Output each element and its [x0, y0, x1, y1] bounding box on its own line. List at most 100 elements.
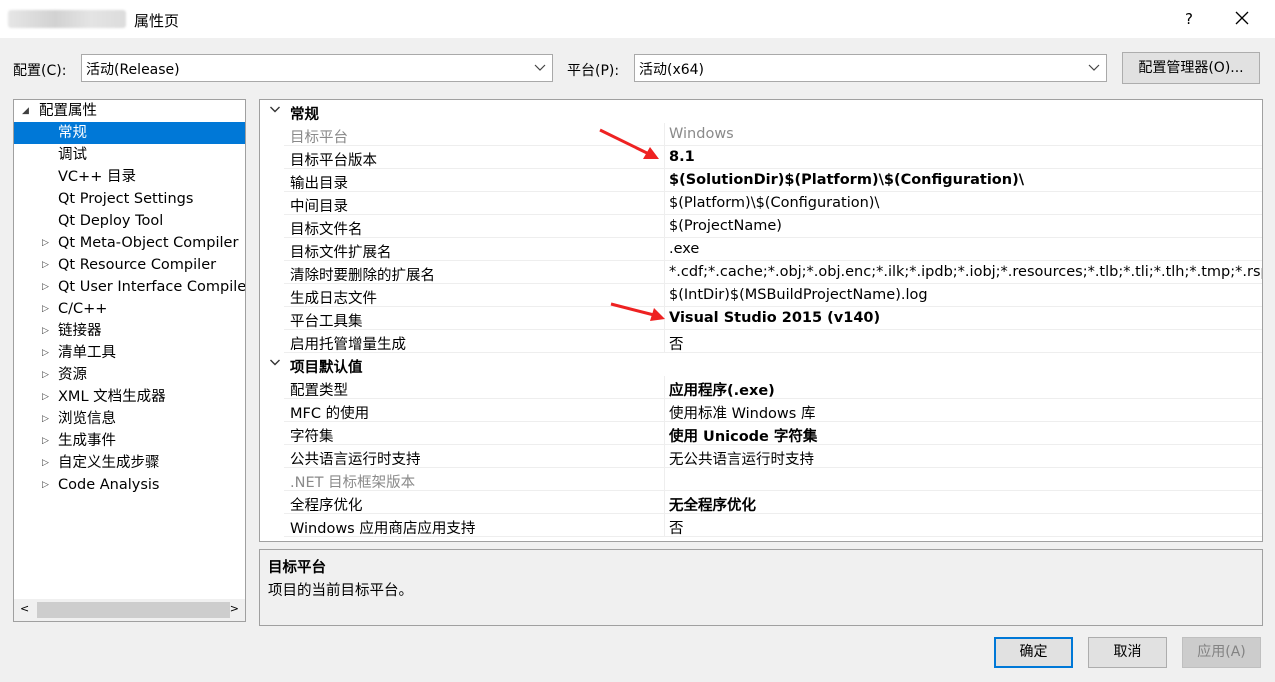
- property-value[interactable]: 8.1: [669, 149, 695, 165]
- property-row[interactable]: MFC 的使用 使用标准 Windows 库: [260, 399, 1262, 423]
- tree-item[interactable]: Qt Project Settings: [14, 188, 245, 210]
- property-name: 中间目录: [290, 199, 348, 215]
- expand-triangle-icon[interactable]: ▷: [42, 386, 49, 408]
- collapse-chevron-icon[interactable]: [269, 103, 281, 115]
- expand-triangle-icon[interactable]: ▷: [42, 408, 49, 430]
- property-value[interactable]: 无全程序优化: [669, 494, 756, 515]
- expand-triangle-icon[interactable]: ▷: [42, 452, 49, 474]
- expand-triangle-icon[interactable]: ▷: [42, 474, 49, 496]
- property-tree: ◢ 配置属性 常规 调试 VC++ 目录 Qt Project Settings Qt …: [13, 99, 246, 622]
- expand-triangle-icon[interactable]: ▷: [42, 276, 49, 298]
- property-row[interactable]: 目标平台版本 8.1: [260, 146, 1262, 169]
- apply-button[interactable]: 应用(A): [1182, 637, 1261, 668]
- expand-triangle-icon[interactable]: ▷: [42, 342, 49, 364]
- close-button[interactable]: [1228, 6, 1256, 32]
- tree-item-label: Qt Project Settings: [58, 191, 194, 207]
- property-value[interactable]: 无公共语言运行时支持: [669, 448, 814, 469]
- property-value[interactable]: 应用程序(.exe): [669, 379, 775, 400]
- property-row[interactable]: 目标平台 Windows: [260, 123, 1262, 146]
- tree-item[interactable]: ▷ 自定义生成步骤: [14, 452, 245, 474]
- help-button[interactable]: ?: [1176, 6, 1202, 32]
- property-row[interactable]: 字符集 使用 Unicode 字符集: [260, 422, 1262, 446]
- property-value[interactable]: Windows: [669, 126, 734, 142]
- tree-root-label: 配置属性: [39, 103, 97, 119]
- tree-item[interactable]: ▷ 资源: [14, 364, 245, 386]
- tree-item-label: Qt Deploy Tool: [58, 213, 164, 229]
- tree-item-label: 浏览信息: [58, 411, 116, 427]
- tree-item[interactable]: 常规: [14, 122, 245, 144]
- expand-triangle-icon[interactable]: ▷: [42, 254, 49, 276]
- config-manager-button[interactable]: 配置管理器(O)...: [1122, 52, 1260, 84]
- config-dropdown[interactable]: 活动(Release): [81, 54, 553, 82]
- tree-item[interactable]: ▷ 浏览信息: [14, 408, 245, 430]
- property-row[interactable]: 生成日志文件 $(IntDir)$(MSBuildProjectName).log: [260, 284, 1262, 307]
- category-title: 项目默认值: [290, 360, 363, 376]
- cancel-button[interactable]: 取消: [1088, 637, 1167, 668]
- expand-triangle-icon[interactable]: ▷: [42, 430, 49, 452]
- property-name: 生成日志文件: [290, 291, 377, 307]
- category-header[interactable]: 项目默认值: [260, 353, 1262, 376]
- tree-item[interactable]: ▷ 清单工具: [14, 342, 245, 364]
- tree-item[interactable]: VC++ 目录: [14, 166, 245, 188]
- property-row[interactable]: 清除时要删除的扩展名 *.cdf;*.cache;*.obj;*.obj.enc;…: [260, 261, 1262, 284]
- annotation-arrow-icon: [610, 302, 665, 321]
- description-panel: 目标平台 项目的当前目标平台。: [259, 549, 1263, 626]
- property-value[interactable]: 否: [669, 517, 684, 538]
- tree-item-label: 清单工具: [58, 345, 116, 361]
- property-value[interactable]: $(Platform)\$(Configuration)\: [669, 195, 879, 211]
- property-value[interactable]: *.cdf;*.cache;*.obj;*.obj.enc;*.ilk;*.ip…: [669, 264, 1262, 280]
- platform-dropdown[interactable]: 活动(x64): [634, 54, 1107, 82]
- property-row[interactable]: 目标文件名 $(ProjectName): [260, 215, 1262, 238]
- property-value[interactable]: 否: [669, 333, 684, 354]
- config-label: 配置(C):: [13, 63, 67, 79]
- tree-item[interactable]: Qt Deploy Tool: [14, 210, 245, 232]
- scrollbar-thumb[interactable]: [37, 602, 230, 618]
- column-divider: [664, 261, 665, 284]
- column-divider: [664, 399, 665, 422]
- tree-item[interactable]: ▷ Qt User Interface Compiler: [14, 276, 245, 298]
- tree-root[interactable]: ◢ 配置属性: [14, 100, 245, 122]
- platform-value: 活动(x64): [639, 62, 705, 78]
- tree-item-label: Qt Meta-Object Compiler: [58, 235, 239, 251]
- config-value: 活动(Release): [86, 62, 180, 78]
- tree-horizontal-scrollbar[interactable]: < >: [14, 599, 245, 621]
- scroll-right-icon[interactable]: >: [230, 602, 239, 615]
- property-value[interactable]: Visual Studio 2015 (v140): [669, 310, 880, 326]
- collapse-chevron-icon[interactable]: [269, 356, 281, 368]
- property-value[interactable]: 使用标准 Windows 库: [669, 402, 815, 423]
- tree-item[interactable]: ▷ Qt Resource Compiler: [14, 254, 245, 276]
- tree-item[interactable]: ▷ Qt Meta-Object Compiler: [14, 232, 245, 254]
- property-value[interactable]: 使用 Unicode 字符集: [669, 425, 817, 446]
- expand-triangle-icon[interactable]: ▷: [42, 364, 49, 386]
- property-row[interactable]: 配置类型 应用程序(.exe): [260, 376, 1262, 400]
- tree-item[interactable]: ▷ 生成事件: [14, 430, 245, 452]
- property-row[interactable]: 目标文件扩展名 .exe: [260, 238, 1262, 261]
- property-name: .NET 目标框架版本: [290, 475, 416, 491]
- category-header[interactable]: 常规: [260, 100, 1262, 123]
- property-row[interactable]: Windows 应用商店应用支持 否: [260, 514, 1262, 538]
- property-value[interactable]: $(IntDir)$(MSBuildProjectName).log: [669, 287, 928, 303]
- property-row[interactable]: 启用托管增量生成 否: [260, 330, 1262, 354]
- expand-triangle-icon[interactable]: ▷: [42, 298, 49, 320]
- property-row[interactable]: 输出目录 $(SolutionDir)$(Platform)\$(Configur…: [260, 169, 1262, 192]
- property-row[interactable]: 中间目录 $(Platform)\$(Configuration)\: [260, 192, 1262, 215]
- property-value[interactable]: $(SolutionDir)$(Platform)\$(Configuratio…: [669, 172, 1024, 188]
- tree-item[interactable]: ▷ XML 文档生成器: [14, 386, 245, 408]
- tree-item[interactable]: ▷ 链接器: [14, 320, 245, 342]
- ok-button[interactable]: 确定: [994, 637, 1073, 668]
- property-row[interactable]: .NET 目标框架版本: [260, 468, 1262, 491]
- property-row[interactable]: 公共语言运行时支持 无公共语言运行时支持: [260, 445, 1262, 469]
- property-value[interactable]: .exe: [669, 241, 699, 257]
- tree-item[interactable]: ▷ Code Analysis: [14, 474, 245, 496]
- property-row[interactable]: 平台工具集 Visual Studio 2015 (v140): [260, 307, 1262, 330]
- property-value[interactable]: $(ProjectName): [669, 218, 782, 234]
- tree-item[interactable]: 调试: [14, 144, 245, 166]
- expand-triangle-icon[interactable]: ▷: [42, 232, 49, 254]
- chevron-down-icon: [1088, 64, 1100, 71]
- property-name: 清除时要删除的扩展名: [290, 268, 435, 284]
- scroll-left-icon[interactable]: <: [20, 602, 29, 615]
- column-divider: [664, 468, 665, 491]
- property-row[interactable]: 全程序优化 无全程序优化: [260, 491, 1262, 515]
- tree-item[interactable]: ▷ C/C++: [14, 298, 245, 320]
- expand-triangle-icon[interactable]: ▷: [42, 320, 49, 342]
